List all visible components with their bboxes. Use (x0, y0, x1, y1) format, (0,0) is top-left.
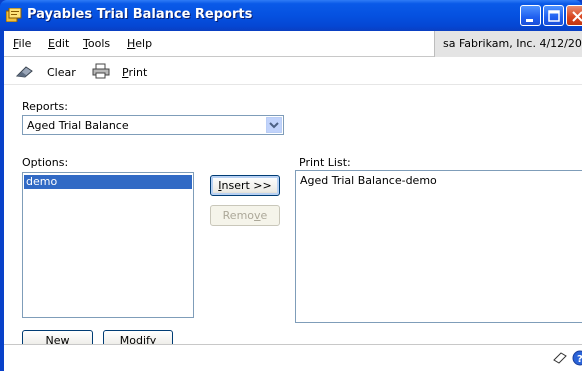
window-title: Payables Trial Balance Reports (27, 7, 253, 22)
toolbar: Clear Print (4, 58, 582, 85)
application-window: Payables Trial Balance Reports File Edit… (0, 0, 582, 371)
printer-icon[interactable] (92, 63, 110, 82)
note-icon[interactable] (552, 351, 568, 368)
remove-button[interactable]: Remove (210, 205, 280, 226)
menu-tools[interactable]: Tools (83, 37, 110, 50)
toolbar-separator (160, 64, 161, 80)
list-item[interactable]: demo (24, 175, 192, 189)
close-button[interactable] (566, 5, 582, 26)
print-list[interactable]: Aged Trial Balance-demo (295, 170, 582, 323)
app-icon (5, 7, 22, 23)
maximize-button[interactable] (543, 5, 564, 26)
reports-dropdown[interactable]: Aged Trial Balance (22, 115, 284, 135)
menu-help[interactable]: Help (127, 37, 152, 50)
clear-button[interactable]: Clear (47, 66, 76, 79)
chevron-down-icon[interactable] (265, 116, 283, 134)
list-item[interactable]: Aged Trial Balance-demo (300, 174, 437, 187)
eraser-icon[interactable] (15, 64, 34, 81)
menu-bar: File Edit Tools Help sa Fabrikam, Inc. 4… (4, 31, 582, 57)
client-area: File Edit Tools Help sa Fabrikam, Inc. 4… (4, 31, 582, 371)
print-button[interactable]: Print (122, 66, 147, 79)
options-list[interactable]: demo (22, 172, 194, 318)
title-bar[interactable]: Payables Trial Balance Reports (0, 0, 582, 31)
insert-button[interactable]: Insert >> (210, 175, 280, 196)
menu-edit[interactable]: Edit (48, 37, 69, 50)
status-bar: ? (4, 344, 582, 371)
form-body: Reports: Aged Trial Balance Options: dem… (4, 86, 582, 351)
options-label: Options: (22, 156, 69, 169)
print-list-label: Print List: (299, 156, 351, 169)
svg-text:?: ? (577, 354, 582, 365)
minimize-button[interactable] (520, 5, 541, 26)
reports-selected-value: Aged Trial Balance (27, 119, 129, 132)
reports-label: Reports: (22, 100, 68, 113)
menu-file[interactable]: File (13, 37, 31, 50)
user-company-date: sa Fabrikam, Inc. 4/12/2007 (434, 31, 582, 57)
help-icon[interactable]: ? (572, 350, 582, 369)
toolbar-separator (84, 64, 85, 80)
